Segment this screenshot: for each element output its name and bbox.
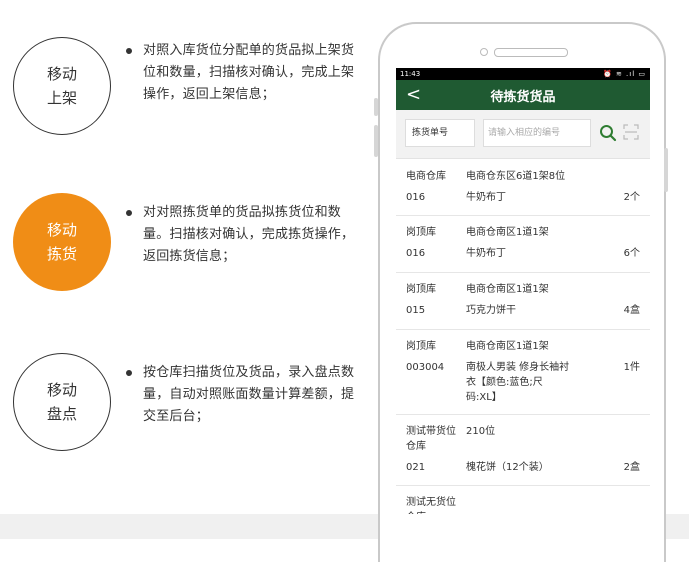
bullet-dot xyxy=(126,48,132,54)
phone-camera xyxy=(480,48,488,56)
item-code: 021 xyxy=(406,462,426,473)
item-warehouse: 岗顶库 xyxy=(406,284,436,295)
bullet-dot xyxy=(126,370,132,376)
circle-line1: 移动 xyxy=(46,381,77,399)
list-item[interactable]: 岗顶库 电商仓南区1道1架 016 牛奶布丁 6个 xyxy=(396,216,650,273)
item-name: 南极人男装 修身长袖衬衣【颜色:蓝色;尺码:XL】 xyxy=(466,362,570,403)
item-quantity: 6个 xyxy=(623,248,640,259)
item-warehouse: 测试带货位仓库 xyxy=(406,426,456,452)
item-code: 016 xyxy=(406,192,426,203)
feature-description: 对照入库货位分配单的货品拟上架货位和数量，扫描核对确认，完成上架操作，返回上架信… xyxy=(143,43,355,102)
circle-line2: 盘点 xyxy=(46,405,77,423)
item-code: 016 xyxy=(406,248,426,259)
feature-description: 按仓库扫描货位及货品，录入盘点数量，自动对照账面数量计算差额，提交至后台； xyxy=(143,365,355,424)
item-quantity: 1件 xyxy=(623,362,640,373)
item-location: 电商仓南区1道1架 xyxy=(466,227,549,238)
status-icons: ⏰ ≋ .ıl ▭ xyxy=(603,70,646,78)
item-name: 槐花饼（12个装） xyxy=(466,462,549,473)
phone-power-button xyxy=(664,148,668,192)
feature-description: 对对照拣货单的货品拟拣货位和数量。扫描核对确认，完成拣货操作，返回拣货信息； xyxy=(143,205,355,264)
item-name: 牛奶布丁 xyxy=(466,192,506,203)
item-location: 电商仓南区1道1架 xyxy=(466,284,549,295)
search-bar: 拣货单号 xyxy=(396,110,650,159)
item-warehouse: 岗顶库 xyxy=(406,341,436,352)
circle-line1: 移动 xyxy=(46,65,77,83)
item-quantity: 2盒 xyxy=(623,462,640,473)
item-warehouse: 电商仓库 xyxy=(406,171,446,182)
feature-circle-picking[interactable]: 移动 拣货 xyxy=(13,193,111,291)
list-item[interactable]: 电商仓库 电商仓东区6道1架8位 016 牛奶布丁 2个 xyxy=(396,159,650,216)
status-time: 11:43 xyxy=(400,70,421,78)
item-location: 电商仓东区6道1架8位 xyxy=(466,171,566,182)
search-type-selector[interactable]: 拣货单号 xyxy=(405,119,475,147)
item-quantity: 2个 xyxy=(623,192,640,203)
circle-line1: 移动 xyxy=(46,221,77,239)
scan-icon[interactable] xyxy=(623,124,639,140)
search-icon[interactable] xyxy=(599,124,617,142)
phone-volume-button xyxy=(374,125,378,157)
feature-circle-inventory[interactable]: 移动 盘点 xyxy=(13,353,111,451)
item-code: 015 xyxy=(406,305,426,316)
item-quantity: 4盒 xyxy=(623,305,640,316)
item-location: 电商仓南区1道1架 xyxy=(466,341,549,352)
status-bar: 11:43 ⏰ ≋ .ıl ▭ xyxy=(396,68,650,80)
bullet-dot xyxy=(126,210,132,216)
item-code: 003004 xyxy=(406,362,445,373)
item-warehouse: 测试无货位仓库 xyxy=(406,497,456,514)
phone-speaker xyxy=(494,48,568,57)
search-input[interactable] xyxy=(483,119,591,147)
list-item[interactable]: 测试带货位仓库 210位 021 槐花饼（12个装） 2盒 xyxy=(396,415,650,486)
item-warehouse: 岗顶库 xyxy=(406,227,436,238)
circle-line2: 上架 xyxy=(46,89,77,107)
list-item[interactable]: 测试无货位仓库 xyxy=(396,486,650,514)
feature-circle-shelving[interactable]: 移动 上架 xyxy=(13,37,111,135)
item-name: 巧克力饼干 xyxy=(466,305,516,316)
circle-line2: 拣货 xyxy=(46,245,77,263)
item-location: 210位 xyxy=(466,426,496,437)
phone-side-button xyxy=(374,98,378,116)
list-item[interactable]: 岗顶库 电商仓南区1道1架 015 巧克力饼干 4盒 xyxy=(396,273,650,330)
back-arrow-icon[interactable]: < xyxy=(406,80,421,110)
phone-screen: 11:43 ⏰ ≋ .ıl ▭ < 待拣货货品 拣货单号 电商仓库 电商仓东区6… xyxy=(396,68,650,514)
app-bar: < 待拣货货品 xyxy=(396,80,650,110)
list-item[interactable]: 岗顶库 电商仓南区1道1架 003004 南极人男装 修身长袖衬衣【颜色:蓝色;… xyxy=(396,330,650,415)
item-name: 牛奶布丁 xyxy=(466,248,506,259)
page-title: 待拣货货品 xyxy=(490,89,556,105)
